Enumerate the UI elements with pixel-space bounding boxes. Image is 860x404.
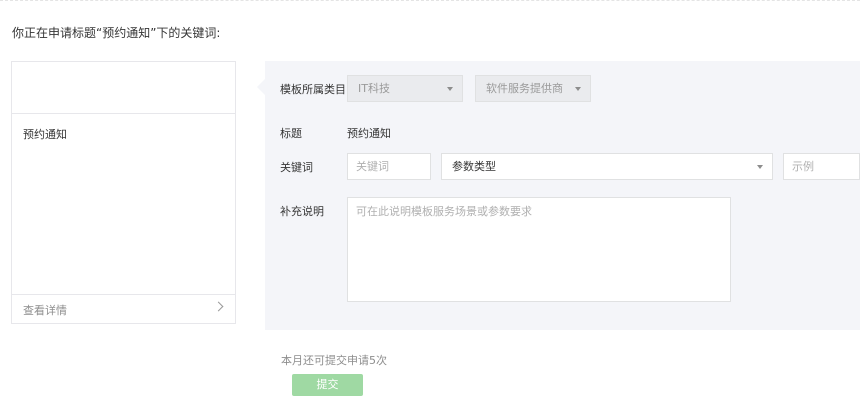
chevron-right-icon	[213, 301, 224, 312]
param-type-select[interactable]: 参数类型	[441, 153, 773, 180]
category-secondary-select[interactable]: 软件服务提供商	[475, 75, 591, 102]
title-value: 预约通知	[347, 127, 391, 140]
preview-header	[12, 62, 235, 114]
view-details-label: 查看详情	[23, 304, 67, 317]
category-secondary-value: 软件服务提供商	[486, 82, 563, 95]
category-primary-select[interactable]: IT科技	[347, 75, 463, 102]
intro-text: 你正在申请标题“预约通知”下的关键词:	[12, 26, 221, 40]
param-type-value: 参数类型	[452, 160, 496, 173]
quota-text: 本月还可提交申请5次	[281, 354, 387, 367]
caret-down-icon	[447, 87, 453, 91]
template-preview-card: 预约通知 查看详情	[11, 61, 236, 324]
top-divider	[0, 0, 860, 1]
category-primary-value: IT科技	[358, 82, 390, 95]
view-details-link[interactable]: 查看详情	[12, 294, 235, 323]
note-textarea[interactable]: 可在此说明模板服务场景或参数要求	[347, 197, 731, 302]
title-label: 标题	[280, 127, 302, 140]
keyword-label: 关键词	[280, 161, 313, 174]
panel-pointer	[257, 79, 265, 95]
caret-down-icon	[575, 87, 581, 91]
submit-button[interactable]: 提交	[292, 374, 363, 396]
note-label: 补充说明	[280, 205, 324, 218]
keyword-input[interactable]: 关键词	[347, 153, 431, 180]
preview-title: 预约通知	[23, 128, 67, 141]
example-input[interactable]: 示例	[783, 153, 860, 180]
category-label: 模板所属类目	[280, 83, 346, 96]
caret-down-icon	[757, 165, 763, 169]
